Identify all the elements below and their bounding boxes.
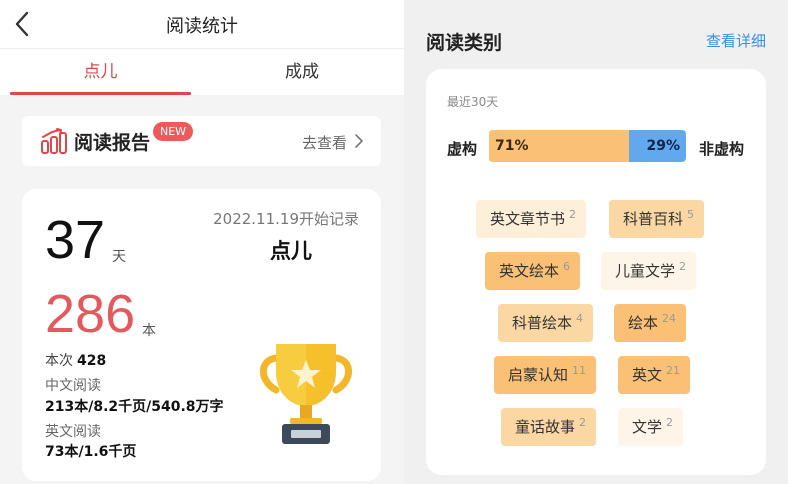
category-tag-label: 英文章节书 — [490, 210, 566, 228]
category-tag[interactable]: 英文章节书 2 — [476, 200, 587, 238]
reading-times-row: 本次 428 — [45, 350, 106, 370]
view-report-link[interactable]: 去查看 — [302, 132, 347, 153]
trophy-icon — [260, 344, 352, 444]
english-reading-value: 73本/1.6千页 — [45, 444, 137, 460]
reading-report-banner[interactable]: 阅读报告 NEW 去查看 — [22, 116, 381, 166]
category-tag-count: 2 — [679, 260, 687, 273]
category-tag[interactable]: 英文 21 — [618, 356, 691, 394]
chinese-reading-value: 213本/8.2千页/540.8万字 — [45, 399, 224, 415]
category-tag-label: 儿童文学 — [615, 262, 676, 280]
fiction-ratio-bar: 71% 29% — [489, 130, 686, 162]
fiction-percent: 71% — [495, 138, 529, 154]
child-name: 点儿 — [270, 239, 312, 263]
category-tag[interactable]: 启蒙认知 11 — [494, 356, 597, 394]
page-title: 阅读统计 — [166, 16, 238, 37]
reading-stats-screen: 阅读统计 点儿 成成 阅读报告 NEW 去查看 37 天 2022.11.19开… — [0, 0, 404, 484]
top-bar: 阅读统计 — [0, 0, 404, 48]
reading-times-label: 本次 — [45, 353, 73, 369]
category-tag-label: 绘本 — [628, 314, 659, 332]
category-tag-label: 童话故事 — [515, 418, 576, 436]
category-tag-count: 2 — [579, 416, 587, 429]
days-unit: 天 — [112, 249, 126, 265]
category-tag[interactable]: 童话故事 2 — [501, 408, 597, 446]
category-tag-label: 启蒙认知 — [508, 366, 569, 384]
category-tag-count: 2 — [666, 416, 674, 429]
chevron-right-icon — [355, 134, 363, 148]
category-tag-count: 21 — [666, 364, 681, 377]
books-read-count: 286 — [45, 284, 136, 344]
active-tab-indicator — [10, 92, 191, 95]
chinese-reading-label: 中文阅读 — [45, 378, 101, 394]
tab-chengcheng[interactable]: 成成 — [210, 49, 394, 95]
books-unit: 本 — [142, 323, 156, 339]
category-tag[interactable]: 儿童文学 2 — [601, 252, 697, 290]
english-reading-label: 英文阅读 — [45, 424, 101, 440]
category-tag-count: 6 — [563, 260, 571, 273]
category-tag[interactable]: 英文绘本 6 — [485, 252, 581, 290]
reading-report-title: 阅读报告 — [74, 132, 151, 154]
category-tag-label: 科普百科 — [623, 210, 684, 228]
view-details-link[interactable]: 查看详细 — [706, 30, 766, 51]
nonfiction-label: 非虚构 — [698, 140, 744, 158]
reading-times-value: 428 — [77, 353, 107, 369]
child-tabs: 点儿 成成 — [0, 48, 404, 95]
reading-category-panel: 阅读类别 查看详细 最近30天 虚构 71% 29% 非虚构 英文章节书 2 科普百… — [404, 0, 788, 484]
category-tag-count: 5 — [687, 208, 695, 221]
category-tag-label: 科普绘本 — [512, 314, 573, 332]
category-tag[interactable]: 科普绘本 4 — [498, 304, 594, 342]
category-tag[interactable]: 文学 2 — [618, 408, 684, 446]
category-card: 最近30天 虚构 71% 29% 非虚构 英文章节书 2 科普百科 5 英文绘本 6 儿童文… — [426, 69, 766, 475]
nonfiction-percent: 29% — [646, 138, 680, 154]
fiction-label: 虚构 — [447, 140, 478, 158]
category-tag-count: 11 — [572, 364, 587, 377]
category-tag[interactable]: 绘本 24 — [614, 304, 687, 342]
category-tag-count: 2 — [569, 208, 577, 221]
category-tag-label: 英文 — [632, 366, 663, 384]
category-tag-count: 24 — [662, 312, 677, 325]
reading-days-count: 37 — [45, 210, 106, 270]
period-label: 最近30天 — [447, 95, 499, 109]
record-start-date: 2022.11.19开始记录 — [213, 210, 359, 228]
reading-stats-card: 37 天 2022.11.19开始记录 点儿 286 本 本次 428 中文阅读 … — [22, 189, 381, 481]
category-tag-count: 4 — [576, 312, 584, 325]
category-title: 阅读类别 — [426, 32, 503, 54]
category-tag[interactable]: 科普百科 5 — [609, 200, 705, 238]
bar-chart-icon — [41, 128, 67, 154]
category-tag-label: 英文绘本 — [499, 262, 560, 280]
tab-dianer[interactable]: 点儿 — [10, 49, 191, 95]
new-badge: NEW — [153, 122, 194, 141]
category-tag-label: 文学 — [632, 418, 663, 436]
